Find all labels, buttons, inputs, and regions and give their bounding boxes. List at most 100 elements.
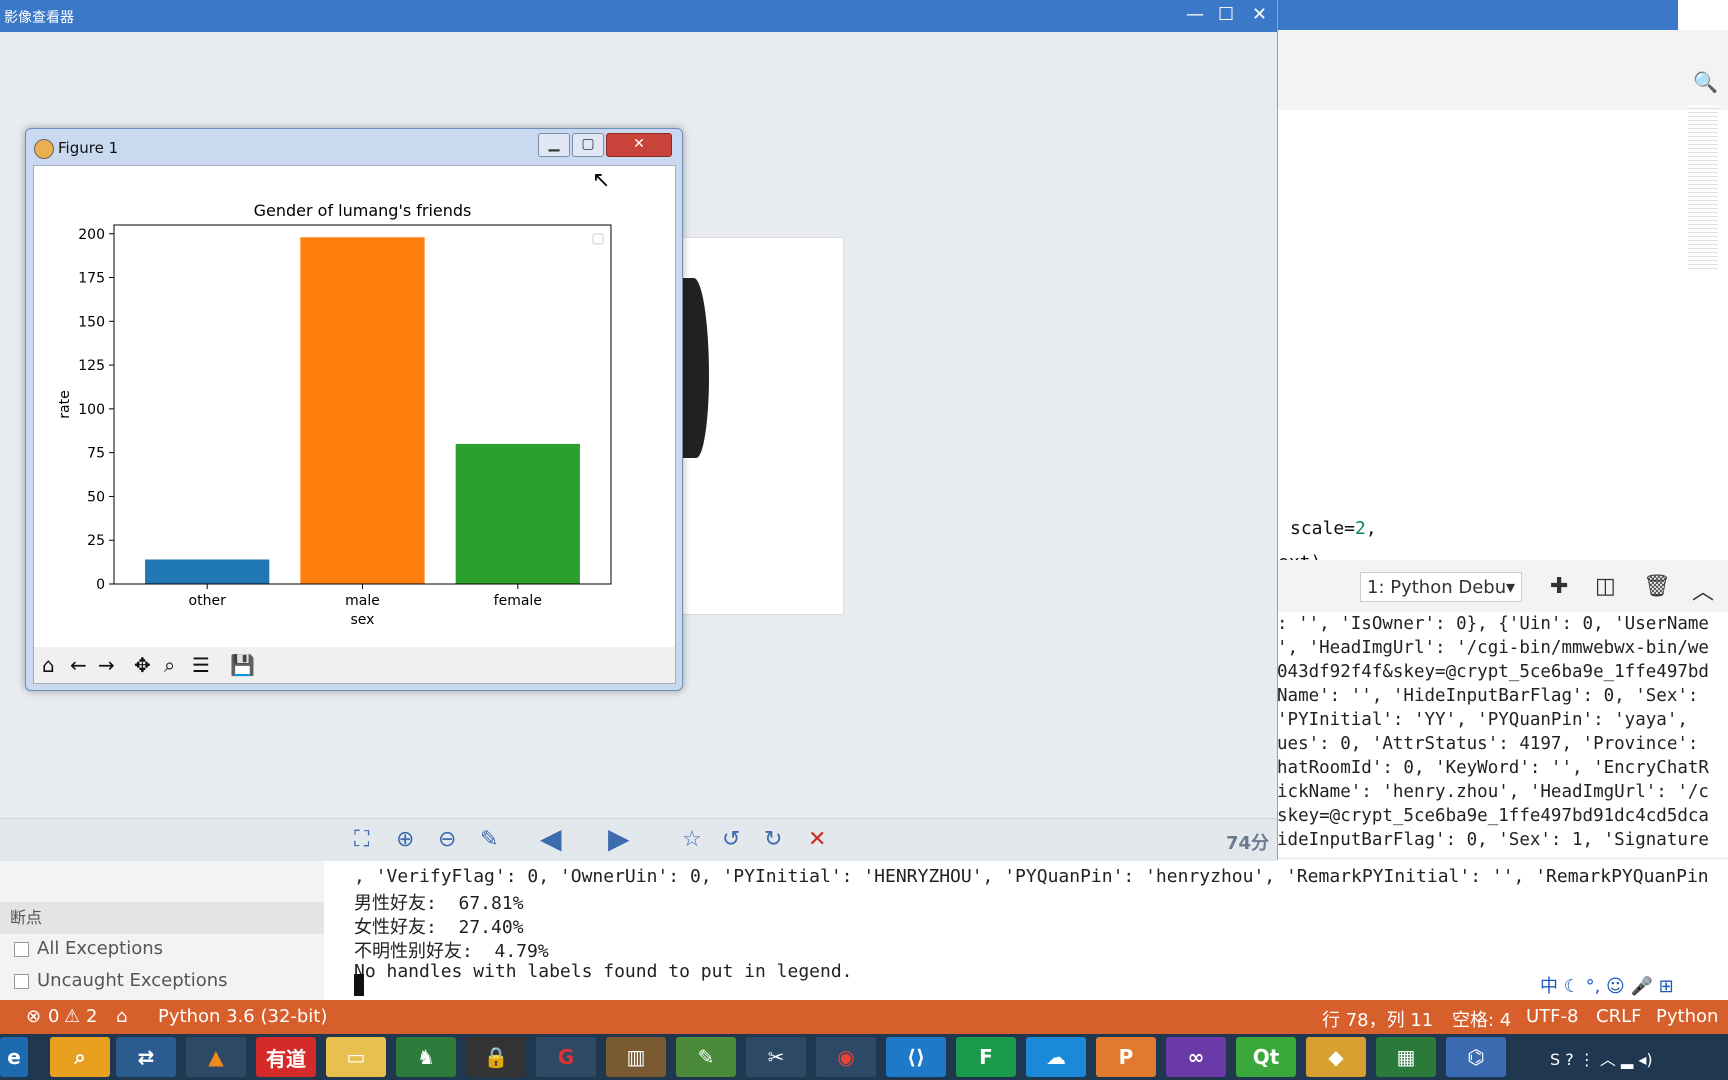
close-button[interactable]: ✕: [1252, 4, 1267, 25]
zoom-in-icon[interactable]: ⊕: [396, 827, 414, 852]
terminal-panel[interactable]: , 'VerifyFlag': 0, 'OwnerUin': 0, 'PYIni…: [324, 860, 1728, 1000]
x-axis-label: sex: [351, 612, 375, 628]
bar-male: [300, 237, 425, 584]
viewer-toolbar: ⛶ ⊕ ⊖ ✎ ◀ ▶ ☆ ↺ ↻ ✕ 74分: [0, 818, 1277, 861]
terminal-output[interactable]: : '', 'IsOwner': 0}, {'Uin': 0, 'UserNam…: [1277, 612, 1728, 857]
breakpoint-label: Uncaught Exceptions: [37, 970, 228, 991]
x-tick-label: male: [345, 593, 380, 609]
visual-studio-icon[interactable]: ∞: [1166, 1037, 1226, 1077]
editor-area[interactable]: [1277, 110, 1728, 560]
rotate-left-icon[interactable]: ↺: [722, 827, 740, 852]
home-icon[interactable]: ⌂: [116, 1006, 127, 1027]
qt-icon[interactable]: Qt: [1236, 1037, 1296, 1077]
photo-content: [681, 278, 709, 458]
next-icon[interactable]: ▶: [608, 822, 630, 855]
search-icon[interactable]: ⌕: [50, 1037, 110, 1077]
error-icon[interactable]: ⊗: [26, 1006, 41, 1027]
warning-icon[interactable]: ⚠: [64, 1006, 80, 1027]
pan-icon[interactable]: ✥: [134, 653, 151, 677]
figure-title: Figure 1: [58, 139, 119, 157]
code-text: scale=: [1290, 518, 1356, 539]
status-bar: ⊗ 0 ⚠ 2 ⌂ Python 3.6 (32-bit) 行 78，列 11 …: [0, 1000, 1728, 1034]
back-icon[interactable]: ←: [70, 653, 87, 677]
terminal-selector[interactable]: 1: Python Debu ▾: [1360, 572, 1522, 602]
evernote-icon[interactable]: ♞: [396, 1037, 456, 1077]
zoom-out-icon[interactable]: ⊖: [438, 827, 456, 852]
cursor-position[interactable]: 行 78，列 11: [1322, 1006, 1433, 1032]
python-interpreter[interactable]: Python 3.6 (32-bit): [158, 1006, 327, 1027]
fcode-icon[interactable]: F: [956, 1037, 1016, 1077]
minimap[interactable]: [1688, 105, 1718, 270]
maximize-button[interactable]: ▢: [572, 133, 604, 157]
ie-icon[interactable]: e: [0, 1037, 28, 1077]
save-icon[interactable]: 💾: [230, 653, 255, 677]
close-button[interactable]: ✕: [606, 133, 672, 157]
x-tick-label: female: [494, 593, 542, 609]
y-tick-label: 125: [78, 358, 105, 374]
delete-icon[interactable]: ✕: [808, 827, 826, 852]
terminal-line: 不明性别好友: 4.79%: [354, 941, 549, 962]
viewer-title: 影像查看器: [4, 10, 74, 26]
folder-icon[interactable]: ▭: [326, 1037, 386, 1077]
prev-icon[interactable]: ◀: [540, 822, 562, 855]
checkbox[interactable]: [14, 973, 29, 989]
minimize-button[interactable]: —: [1186, 4, 1204, 25]
excel-icon[interactable]: ▦: [1376, 1037, 1436, 1077]
figure-canvas[interactable]: other male female 0 25 50 75 100 125 150 175 200 Gen…: [33, 165, 676, 649]
python-icon[interactable]: ⌬: [1446, 1037, 1506, 1077]
network-icon[interactable]: ⇄: [116, 1037, 176, 1077]
books-icon[interactable]: ▥: [606, 1037, 666, 1077]
bar-other: [145, 559, 270, 584]
terminal-selector-label: 1: Python Debu: [1367, 577, 1507, 598]
tray-icons[interactable]: S ? ⋮ ︿ ▂ ◂): [1550, 1046, 1653, 1070]
taskbar: e ⌕ ⇄ ▲ 有道 ▭ ♞ 🔒 G ▥ ✎ ✂ ◉ ⟨⟩ F ☁ P ∞ Qt…: [0, 1034, 1728, 1080]
trash-icon[interactable]: 🗑: [1643, 574, 1671, 599]
ime-toolbar[interactable]: 中 ☾ °, ☺ 🎤 ⊞: [1540, 972, 1674, 998]
vscode-minimize-area[interactable]: [1678, 0, 1728, 30]
vscode-icon[interactable]: ⟨⟩: [886, 1037, 946, 1077]
split-terminal-icon[interactable]: ◫: [1595, 574, 1616, 599]
encoding[interactable]: UTF-8: [1526, 1006, 1578, 1027]
maximize-button[interactable]: ☐: [1218, 4, 1234, 25]
snipping-icon[interactable]: ✂: [746, 1037, 806, 1077]
legend-box: [592, 233, 604, 245]
error-count[interactable]: 0: [48, 1006, 59, 1027]
fit-icon[interactable]: ⛶: [354, 827, 369, 852]
forward-icon[interactable]: →: [98, 653, 115, 677]
breakpoint-uncaught-exceptions[interactable]: Uncaught Exceptions: [14, 970, 228, 991]
breakpoint-all-exceptions[interactable]: All Exceptions: [14, 938, 163, 959]
chevron-up-icon[interactable]: ︿: [1692, 574, 1714, 606]
checkbox[interactable]: [14, 941, 29, 957]
vlc-icon[interactable]: ▲: [186, 1037, 246, 1077]
git-icon[interactable]: ◆: [1306, 1037, 1366, 1077]
photo-preview[interactable]: [680, 237, 844, 615]
home-icon[interactable]: ⌂: [42, 653, 55, 677]
lock-icon[interactable]: 🔒: [466, 1037, 526, 1077]
favorite-icon[interactable]: ☆: [682, 827, 702, 852]
terminal-line: ', 'HeadImgUrl': '/cgi-bin/mmwebwx-bin/w…: [1277, 638, 1709, 658]
zoom-level: 74分: [1225, 833, 1269, 854]
language-mode[interactable]: Python: [1656, 1006, 1718, 1027]
youdao-icon[interactable]: 有道: [256, 1037, 316, 1077]
code-number: 2: [1355, 518, 1366, 539]
figure-titlebar[interactable]: Figure 1 ▁ ▢ ✕: [26, 129, 682, 165]
brush-icon[interactable]: ✎: [480, 827, 498, 852]
search-files-icon[interactable]: 🔍: [1693, 70, 1718, 94]
cloud-icon[interactable]: ☁: [1026, 1037, 1086, 1077]
powerpoint-icon[interactable]: P: [1096, 1037, 1156, 1077]
terminal-line: 女性好友: 27.40%: [354, 917, 524, 938]
add-terminal-icon[interactable]: ✚: [1550, 574, 1568, 599]
rotate-right-icon[interactable]: ↻: [764, 827, 782, 852]
chrome-icon[interactable]: ◉: [816, 1037, 876, 1077]
gdraw-icon[interactable]: G: [536, 1037, 596, 1077]
warning-count[interactable]: 2: [86, 1006, 97, 1027]
configure-icon[interactable]: ☰: [192, 653, 210, 677]
terminal-line: , 'VerifyFlag': 0, 'OwnerUin': 0, 'PYIni…: [354, 866, 1709, 887]
y-tick-label: 50: [87, 489, 105, 505]
minimize-button[interactable]: ▁: [538, 133, 570, 157]
indentation[interactable]: 空格: 4: [1452, 1006, 1511, 1032]
zoom-icon[interactable]: ⌕: [164, 653, 175, 677]
line-ending[interactable]: CRLF: [1596, 1006, 1641, 1027]
notepad-icon[interactable]: ✎: [676, 1037, 736, 1077]
bar-female: [455, 443, 580, 584]
